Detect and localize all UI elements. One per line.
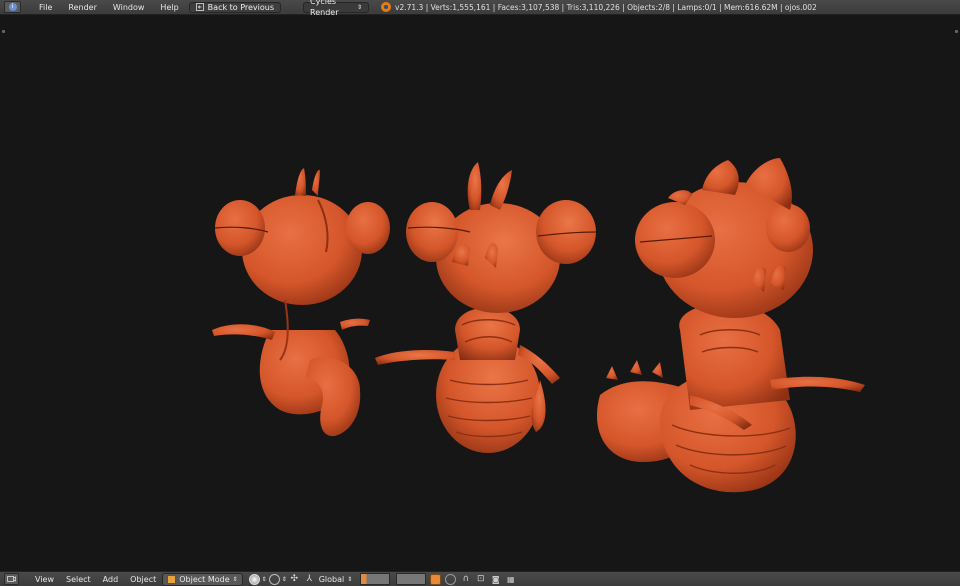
updown-arrows-icon: ⇕ — [347, 575, 353, 583]
view3d-icon[interactable] — [4, 573, 19, 585]
blender-logo-icon — [381, 2, 392, 12]
info-header: i File Render Window Help Back to Previo… — [0, 0, 960, 17]
layer-icon[interactable] — [360, 573, 391, 585]
pivot-icon[interactable] — [268, 573, 280, 585]
clapper-icon[interactable]: ▦ — [505, 574, 516, 585]
scene-render — [212, 158, 865, 493]
cube-icon — [167, 574, 177, 584]
render-engine-select[interactable]: Cycles Render ⇕ — [303, 0, 370, 17]
camera-icon[interactable]: ◙ — [490, 574, 501, 585]
updown-arrows-icon: ⇕ — [281, 575, 287, 583]
menu-file[interactable]: File — [31, 3, 60, 12]
menu-window[interactable]: Window — [105, 3, 153, 12]
menu-help[interactable]: Help — [152, 3, 186, 12]
lock-icon[interactable] — [430, 573, 442, 585]
axis-icon[interactable]: ⅄ — [304, 574, 315, 585]
menu-object[interactable]: Object — [124, 575, 162, 584]
orientation-select[interactable]: Global — [319, 575, 345, 584]
main-menu: File Render Window Help — [31, 0, 187, 15]
menu-render[interactable]: Render — [60, 3, 104, 12]
snap-target-icon[interactable]: ⊡ — [475, 574, 486, 585]
mode-label: Object Mode — [179, 574, 230, 584]
sphere-shading-icon[interactable] — [248, 573, 260, 585]
updown-arrows-icon: ⇕ — [357, 3, 363, 11]
layer-icon[interactable] — [396, 573, 427, 585]
updown-arrows-icon: ⇕ — [232, 575, 238, 583]
info-icon[interactable]: i — [4, 1, 21, 13]
back-to-previous-button[interactable]: Back to Previous — [188, 1, 282, 13]
creature-side-view[interactable] — [596, 158, 865, 493]
menu-view[interactable]: View — [29, 575, 60, 584]
menu-select[interactable]: Select — [60, 575, 97, 584]
mode-select[interactable]: Object Mode ⇕ — [162, 572, 243, 586]
view3d-header: View Select Add Object Object Mode ⇕ ⇕ ⇕… — [0, 571, 960, 586]
proportional-edit-icon[interactable] — [445, 573, 457, 585]
updown-arrows-icon: ⇕ — [261, 575, 267, 583]
manipulator-icon[interactable]: ✣ — [289, 574, 300, 585]
3d-viewport[interactable] — [0, 15, 960, 571]
back-to-previous-label: Back to Previous — [207, 2, 275, 12]
scene-stats: v2.71.3 | Verts:1,555,161 | Faces:3,107,… — [395, 2, 817, 12]
creature-front-view[interactable] — [375, 162, 597, 453]
back-arrow-icon — [195, 3, 204, 11]
creature-back-view[interactable] — [212, 168, 390, 437]
menu-add[interactable]: Add — [97, 575, 125, 584]
magnet-icon[interactable]: ∩ — [460, 574, 471, 585]
